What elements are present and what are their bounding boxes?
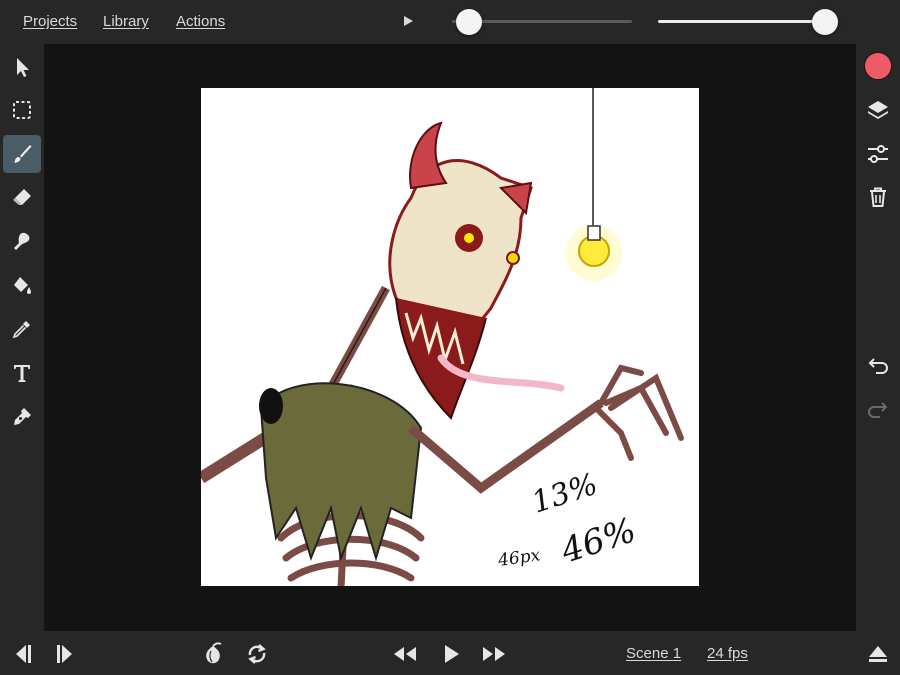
step-back-icon [16,645,31,663]
marquee-tool[interactable] [3,91,41,129]
redo-button[interactable] [864,396,892,424]
artwork: 13% 46% 46px [201,88,684,586]
opacity-slider[interactable] [658,20,826,23]
actions-menu[interactable]: Actions [176,13,225,30]
timeline-slider-thumb[interactable] [455,9,482,35]
adjustments-button[interactable] [864,140,892,168]
play-icon[interactable] [401,14,415,28]
fast-forward-button[interactable] [481,641,507,667]
scene-selector[interactable]: Scene 1 [626,645,681,662]
handwritten-percent-a: 13% [528,467,602,521]
bottom-bar: Scene 1 24 fps [0,631,900,675]
play-button[interactable] [438,641,464,667]
select-icon [17,58,29,77]
eject-icon [869,646,887,662]
loop-button[interactable] [244,641,270,667]
left-toolbar [0,44,44,631]
smudge-icon [14,232,30,250]
text-icon [14,365,30,382]
brush-icon [14,145,32,163]
sliders-icon [868,145,888,163]
text-tool[interactable] [3,354,41,392]
layers-icon [868,101,888,119]
pen-tool[interactable] [3,398,41,436]
workspace: 13% 46% 46px [44,44,856,631]
loop-icon [248,644,266,664]
eyedropper-icon [12,321,30,339]
color-picker-button[interactable] [864,52,892,80]
eject-button[interactable] [865,641,891,667]
marquee-icon [13,101,31,119]
projects-menu[interactable]: Projects [23,13,77,30]
eyedropper-tool[interactable] [3,310,41,348]
eraser-icon [13,189,31,205]
next-frame-button[interactable] [54,641,80,667]
onion-icon [206,642,222,664]
undo-button[interactable] [864,352,892,380]
redo-icon [868,402,888,418]
right-toolbar [856,44,900,631]
rewind-button[interactable] [392,641,418,667]
play-icon [445,645,459,663]
pen-icon [14,408,31,425]
fps-selector[interactable]: 24 fps [707,645,748,662]
select-tool[interactable] [3,48,41,86]
handwritten-percent-b: 46% [555,510,640,572]
current-color-swatch [864,52,892,80]
fill-tool[interactable] [3,266,41,304]
rewind-icon [394,647,416,661]
layers-button[interactable] [864,96,892,124]
step-forward-icon [57,645,72,663]
fast-forward-icon [483,647,505,661]
smudge-tool[interactable] [3,222,41,260]
delete-button[interactable] [864,183,892,211]
trash-icon [870,187,886,207]
onion-skin-button[interactable] [200,641,226,667]
opacity-slider-thumb[interactable] [812,9,838,35]
brush-tool[interactable] [3,135,41,173]
handwritten-brush-size: 46px [496,545,542,571]
first-frame-button[interactable] [8,641,34,667]
top-bar: Projects Library Actions [0,0,900,44]
drawing-canvas[interactable]: 13% 46% 46px [201,88,699,586]
library-menu[interactable]: Library [103,13,149,30]
eraser-tool[interactable] [3,178,41,216]
fill-icon [14,277,31,294]
undo-icon [868,358,888,374]
